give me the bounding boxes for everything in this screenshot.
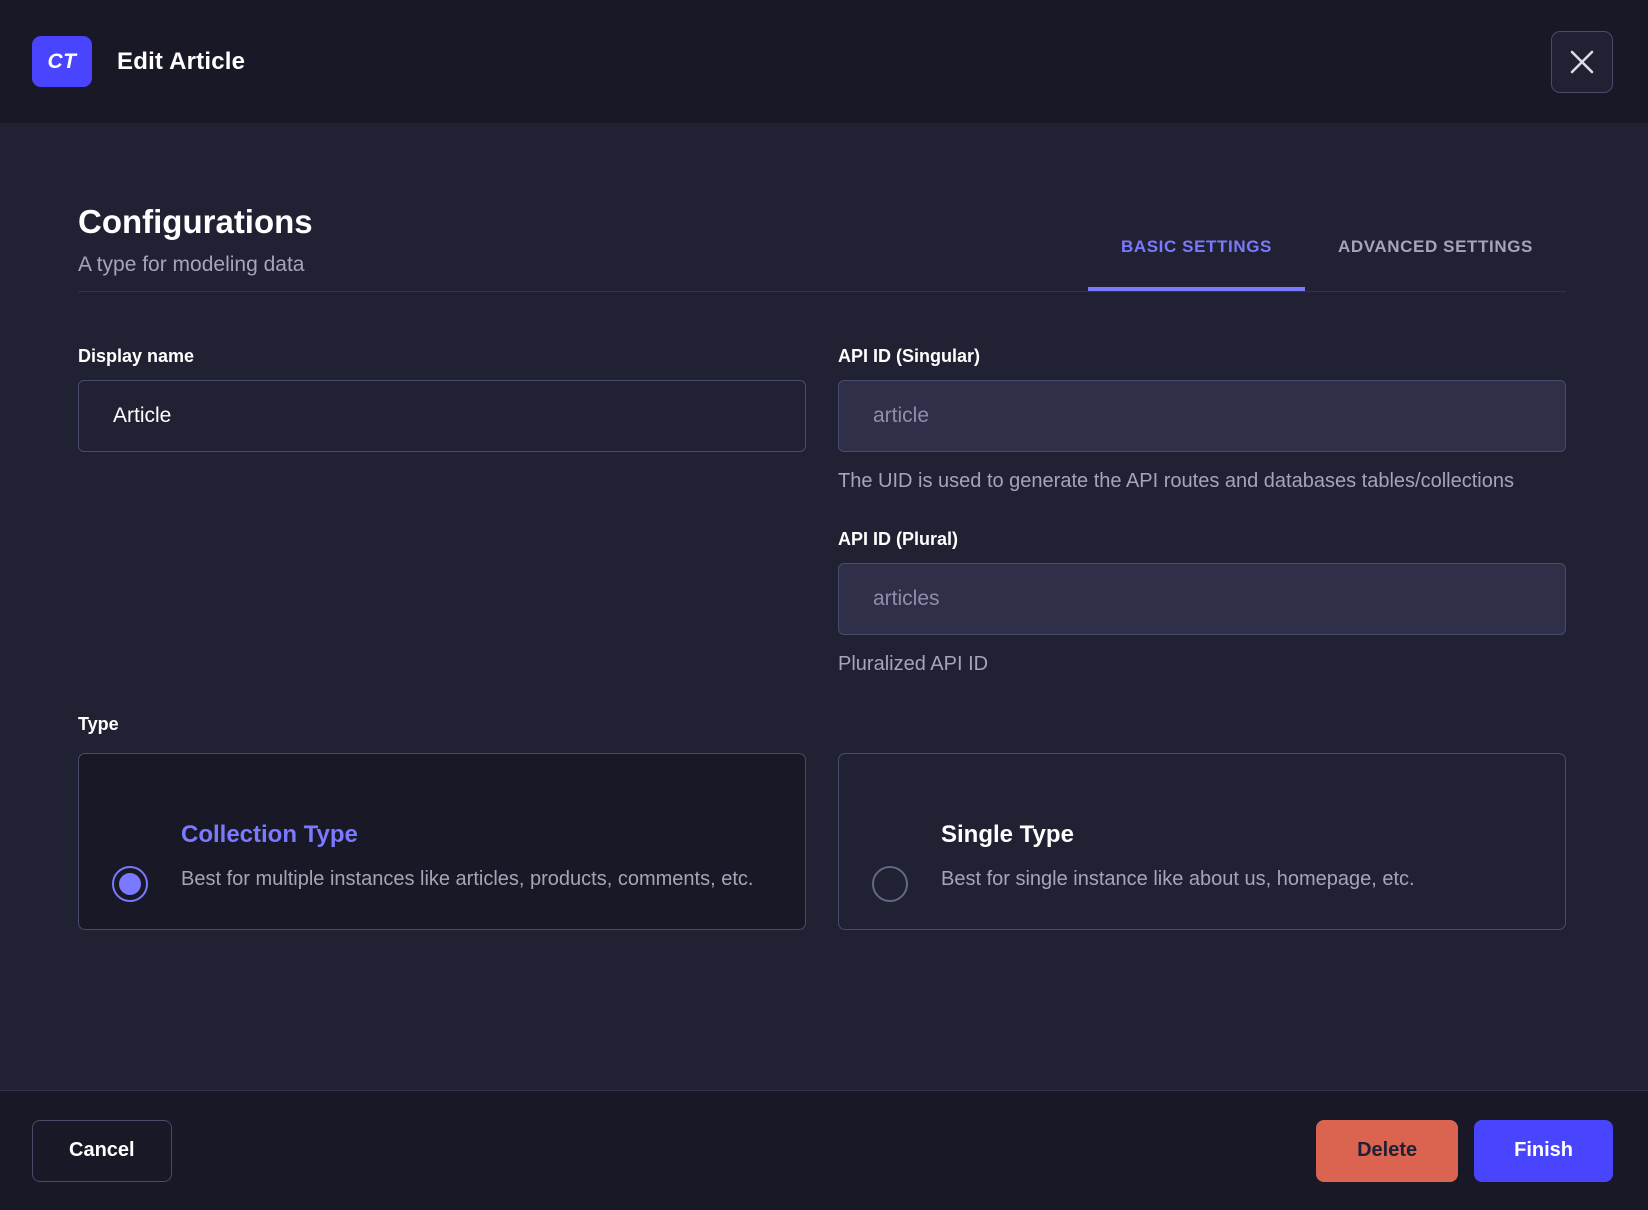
tab-basic-settings[interactable]: BASIC SETTINGS — [1088, 203, 1305, 291]
close-button[interactable] — [1551, 30, 1613, 93]
api-id-singular-label: API ID (Singular) — [838, 346, 981, 366]
display-name-label: Display name — [78, 346, 195, 366]
display-name-field-group: Display name — [78, 345, 806, 496]
collection-type-text: Collection Type Best for multiple instan… — [181, 788, 805, 895]
single-type-radio[interactable] — [872, 866, 908, 902]
cancel-button[interactable]: Cancel — [32, 1119, 172, 1182]
type-section-label: Type — [78, 714, 119, 734]
modal-body: Configurations A type for modeling data … — [0, 123, 1648, 1090]
api-id-plural-hint: Pluralized API ID — [838, 653, 989, 675]
collection-type-description: Best for multiple instances like article… — [181, 868, 754, 890]
close-icon — [1569, 49, 1595, 75]
single-type-title: Single Type — [941, 821, 1074, 848]
api-id-plural-field-group: API ID (Plural) Pluralized API ID — [838, 528, 1566, 679]
page-title: Configurations — [78, 203, 313, 240]
configurations-title-block: Configurations A type for modeling data — [78, 203, 313, 291]
modal-footer: Cancel Delete Finish — [0, 1090, 1648, 1210]
modal-title: Edit Article — [117, 47, 246, 75]
collection-type-card[interactable]: Collection Type Best for multiple instan… — [78, 753, 806, 930]
api-id-plural-input — [838, 563, 1566, 635]
collection-type-radio[interactable] — [112, 866, 148, 902]
configurations-header: Configurations A type for modeling data … — [78, 203, 1566, 292]
delete-button[interactable]: Delete — [1316, 1119, 1459, 1182]
configuration-form: Display name API ID (Singular) The UID i… — [78, 345, 1566, 679]
tab-advanced-settings[interactable]: ADVANCED SETTINGS — [1305, 203, 1566, 291]
api-id-singular-hint: The UID is used to generate the API rout… — [838, 470, 1514, 492]
edit-article-modal: CT Edit Article Configurations A type fo… — [0, 0, 1648, 1210]
display-name-input[interactable] — [78, 380, 806, 452]
single-type-text: Single Type Best for single instance lik… — [941, 788, 1565, 895]
content-type-badge-label: CT — [47, 49, 77, 73]
finish-button[interactable]: Finish — [1474, 1119, 1613, 1182]
api-id-singular-input — [838, 380, 1566, 452]
api-id-singular-field-group: API ID (Singular) The UID is used to gen… — [838, 345, 1566, 496]
single-type-card[interactable]: Single Type Best for single instance lik… — [838, 753, 1566, 930]
type-options: Collection Type Best for multiple instan… — [78, 753, 1566, 930]
modal-header: CT Edit Article — [0, 0, 1648, 123]
collection-type-title: Collection Type — [181, 821, 358, 848]
content-type-badge: CT — [32, 36, 92, 87]
page-subtitle: A type for modeling data — [78, 253, 305, 276]
api-id-plural-label: API ID (Plural) — [838, 529, 959, 549]
settings-tabs: BASIC SETTINGS ADVANCED SETTINGS — [1088, 203, 1566, 291]
single-type-description: Best for single instance like about us, … — [941, 868, 1415, 890]
